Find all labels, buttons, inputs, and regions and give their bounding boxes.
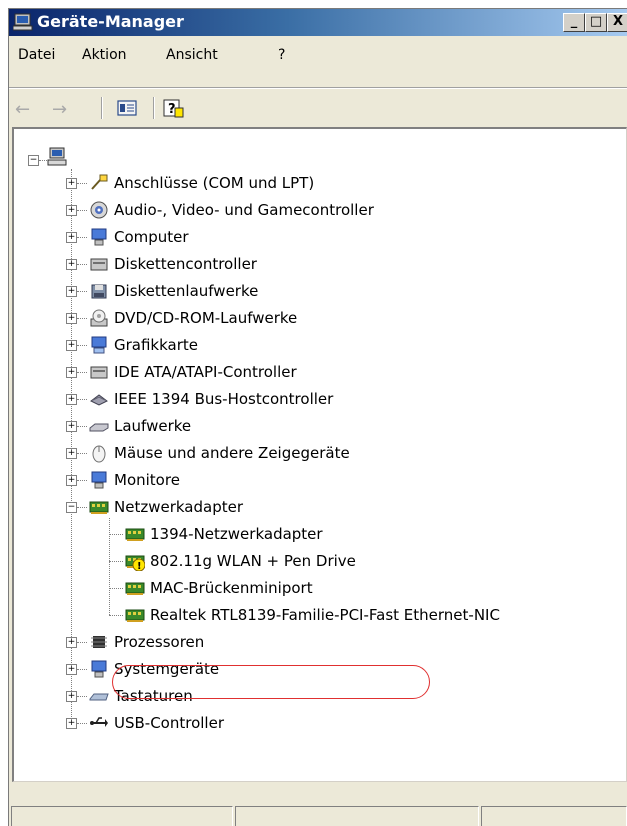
expand-toggle[interactable]: + — [66, 313, 77, 324]
ide-controller-icon[interactable] — [89, 362, 109, 382]
arrow-right-icon[interactable]: → — [52, 101, 67, 119]
warning-network-adapter-icon[interactable]: ! — [125, 551, 145, 571]
tree-category-label[interactable]: Mäuse und andere Zeigegeräte — [114, 443, 350, 463]
expand-toggle[interactable]: + — [66, 367, 77, 378]
tree-device-label[interactable]: 1394-Netzwerkadapter — [150, 524, 323, 544]
device-manager-icon — [13, 13, 33, 31]
tree-category-label[interactable]: Diskettencontroller — [114, 254, 257, 274]
display-adapter-icon[interactable] — [89, 335, 109, 355]
toolbar-separator — [101, 97, 103, 119]
tree-category-label[interactable]: IEEE 1394 Bus-Hostcontroller — [114, 389, 333, 409]
tree-device-label[interactable]: MAC-Brückenminiport — [150, 578, 313, 598]
tree-device-label[interactable]: Realtek RTL8139-Familie-PCI-Fast Etherne… — [150, 605, 500, 625]
expand-toggle[interactable]: + — [66, 394, 77, 405]
status-cell-2 — [235, 806, 479, 826]
device-manager-window: Geräte-Manager _ □ X Datei Aktion Ansich… — [8, 8, 627, 826]
port-icon[interactable] — [89, 173, 109, 193]
status-cell-3 — [481, 806, 627, 826]
maximize-button[interactable]: □ — [585, 13, 607, 32]
floppy-controller-icon[interactable] — [89, 254, 109, 274]
warning-highlight-ring — [112, 665, 430, 699]
close-button[interactable]: X — [607, 13, 627, 32]
expand-toggle[interactable]: + — [66, 178, 77, 189]
status-bar — [9, 784, 627, 826]
disk-drive-icon[interactable] — [89, 416, 109, 436]
expand-toggle[interactable]: + — [66, 421, 77, 432]
tree-category-label[interactable]: DVD/CD-ROM-Laufwerke — [114, 308, 297, 328]
processor-icon[interactable] — [89, 632, 109, 652]
tree-category-label[interactable]: Prozessoren — [114, 632, 204, 652]
title-bar[interactable]: Geräte-Manager _ □ X — [9, 9, 627, 36]
expand-toggle[interactable]: + — [66, 475, 77, 486]
minimize-button[interactable]: _ — [563, 13, 585, 32]
menu-help[interactable]: ? — [278, 47, 285, 63]
network-adapter-icon[interactable] — [89, 497, 109, 517]
window-title: Geräte-Manager — [37, 12, 184, 31]
tree-category-label[interactable]: Monitore — [114, 470, 180, 490]
tree-category-label[interactable]: IDE ATA/ATAPI-Controller — [114, 362, 297, 382]
help-icon[interactable]: ? — [161, 97, 185, 119]
collapse-toggle[interactable]: − — [66, 502, 77, 513]
cdrom-icon[interactable] — [89, 308, 109, 328]
tree-category-label[interactable]: Computer — [114, 227, 189, 247]
floppy-drive-icon[interactable] — [89, 281, 109, 301]
tree-category-label[interactable]: Diskettenlaufwerke — [114, 281, 258, 301]
expand-toggle[interactable]: + — [66, 664, 77, 675]
audio-icon[interactable] — [89, 200, 109, 220]
expand-toggle[interactable]: + — [66, 259, 77, 270]
keyboard-icon[interactable] — [89, 686, 109, 706]
expand-toggle[interactable]: + — [66, 691, 77, 702]
menu-separator — [9, 87, 627, 89]
system-device-icon[interactable] — [89, 659, 109, 679]
menu-view[interactable]: Ansicht — [166, 47, 218, 63]
usb-icon[interactable] — [89, 713, 109, 733]
network-adapter-icon[interactable] — [125, 578, 145, 598]
computer-icon[interactable] — [47, 147, 67, 167]
warning-device-label[interactable]: 802.11g WLAN + Pen Drive — [150, 551, 356, 571]
expand-toggle[interactable]: + — [66, 637, 77, 648]
tree-category-label[interactable]: Anschlüsse (COM und LPT) — [114, 173, 314, 193]
tree-category-label[interactable]: Laufwerke — [114, 416, 191, 436]
network-adapter-icon[interactable] — [125, 605, 145, 625]
arrow-left-icon[interactable]: ← — [15, 101, 30, 119]
tree-category-label[interactable]: USB-Controller — [114, 713, 224, 733]
computer-icon[interactable] — [89, 227, 109, 247]
mouse-icon[interactable] — [89, 443, 109, 463]
properties-icon[interactable] — [115, 97, 139, 119]
status-cell-1 — [11, 806, 233, 826]
network-adapter-icon[interactable] — [125, 524, 145, 544]
tree-category-label[interactable]: Netzwerkadapter — [114, 497, 243, 517]
toolbar: ← → ? — [9, 91, 627, 127]
firewire-icon[interactable] — [89, 389, 109, 409]
expand-toggle[interactable]: + — [66, 232, 77, 243]
expand-toggle[interactable]: + — [66, 340, 77, 351]
svg-text:?: ? — [168, 102, 176, 117]
device-tree: − + Anschlüsse (COM und LPT) + Audio-, Vide… — [12, 127, 627, 782]
menu-file[interactable]: Datei — [18, 47, 55, 63]
root-collapse-toggle[interactable]: − — [28, 155, 39, 166]
tree-category-label[interactable]: Grafikkarte — [114, 335, 198, 355]
toolbar-separator-2 — [153, 97, 155, 119]
svg-text:!: ! — [137, 561, 142, 571]
menu-action[interactable]: Aktion — [82, 47, 127, 63]
expand-toggle[interactable]: + — [66, 448, 77, 459]
monitor-icon[interactable] — [89, 470, 109, 490]
expand-toggle[interactable]: + — [66, 286, 77, 297]
expand-toggle[interactable]: + — [66, 718, 77, 729]
expand-toggle[interactable]: + — [66, 205, 77, 216]
menu-bar: Datei Aktion Ansicht ? — [9, 41, 627, 69]
tree-category-label[interactable]: Audio-, Video- und Gamecontroller — [114, 200, 374, 220]
